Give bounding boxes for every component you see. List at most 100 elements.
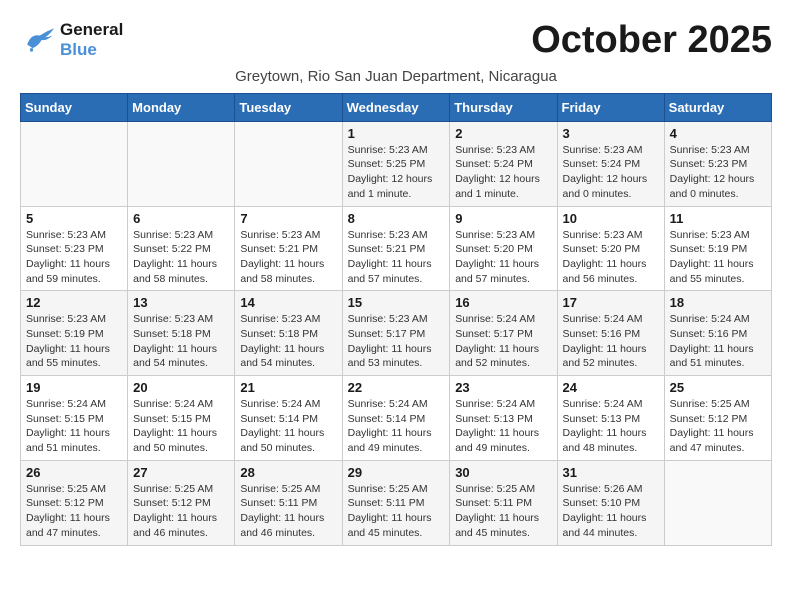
logo-icon xyxy=(20,26,56,54)
calendar-day-24: 24 Sunrise: 5:24 AM Sunset: 5:13 PM Dayli… xyxy=(557,376,664,461)
day-info: Sunrise: 5:24 AM Sunset: 5:14 PM Dayligh… xyxy=(240,397,336,456)
calendar-day-9: 9Sunrise: 5:23 AM Sunset: 5:20 PM Daylig… xyxy=(450,206,557,291)
weekday-header-tuesday: Tuesday xyxy=(235,93,342,121)
day-number: 6 xyxy=(133,211,229,226)
day-info: Sunrise: 5:24 AM Sunset: 5:15 PM Dayligh… xyxy=(26,397,122,456)
weekday-header-wednesday: Wednesday xyxy=(342,93,450,121)
calendar-day-30: 30Sunrise: 5:25 AM Sunset: 5:11 PM Dayli… xyxy=(450,460,557,545)
day-info: Sunrise: 5:23 AM Sunset: 5:21 PM Dayligh… xyxy=(240,228,336,287)
calendar-day-31: 31 Sunrise: 5:26 AM Sunset: 5:10 PM Dayli… xyxy=(557,460,664,545)
day-info: Sunrise: 5:23 AM Sunset: 5:18 PM Dayligh… xyxy=(240,312,336,371)
day-number: 3 xyxy=(563,126,659,141)
calendar-day-15: 15 Sunrise: 5:23 AM Sunset: 5:17 PM Dayli… xyxy=(342,291,450,376)
calendar-week-row: 12Sunrise: 5:23 AM Sunset: 5:19 PM Dayli… xyxy=(21,291,772,376)
day-info: Sunrise: 5:25 AM Sunset: 5:11 PM Dayligh… xyxy=(455,482,551,541)
day-number: 23 xyxy=(455,380,551,395)
day-number: 24 xyxy=(563,380,659,395)
day-info: Sunrise: 5:24 AM Sunset: 5:13 PM Dayligh… xyxy=(563,397,659,456)
calendar-empty-cell xyxy=(664,460,771,545)
day-info: Sunrise: 5:23 AM Sunset: 5:21 PM Dayligh… xyxy=(348,228,445,287)
day-number: 8 xyxy=(348,211,445,226)
calendar-day-16: 16 Sunrise: 5:24 AM Sunset: 5:17 PM Dayli… xyxy=(450,291,557,376)
calendar-day-19: 19 Sunrise: 5:24 AM Sunset: 5:15 PM Dayli… xyxy=(21,376,128,461)
calendar-day-4: 4Sunrise: 5:23 AM Sunset: 5:23 PM Daylig… xyxy=(664,121,771,206)
weekday-header-sunday: Sunday xyxy=(21,93,128,121)
day-info: Sunrise: 5:24 AM Sunset: 5:13 PM Dayligh… xyxy=(455,397,551,456)
day-number: 29 xyxy=(348,465,445,480)
calendar-table: SundayMondayTuesdayWednesdayThursdayFrid… xyxy=(20,93,772,546)
day-info: Sunrise: 5:23 AM Sunset: 5:19 PM Dayligh… xyxy=(26,312,122,371)
day-number: 25 xyxy=(670,380,766,395)
day-info: Sunrise: 5:25 AM Sunset: 5:12 PM Dayligh… xyxy=(26,482,122,541)
logo-text: General Blue xyxy=(60,20,123,61)
day-number: 5 xyxy=(26,211,122,226)
day-info: Sunrise: 5:24 AM Sunset: 5:17 PM Dayligh… xyxy=(455,312,551,371)
day-number: 7 xyxy=(240,211,336,226)
calendar-day-8: 8 Sunrise: 5:23 AM Sunset: 5:21 PM Daylig… xyxy=(342,206,450,291)
day-info: Sunrise: 5:23 AM Sunset: 5:23 PM Dayligh… xyxy=(26,228,122,287)
calendar-day-23: 23 Sunrise: 5:24 AM Sunset: 5:13 PM Dayli… xyxy=(450,376,557,461)
day-info: Sunrise: 5:23 AM Sunset: 5:22 PM Dayligh… xyxy=(133,228,229,287)
day-number: 17 xyxy=(563,295,659,310)
day-number: 1 xyxy=(348,126,445,141)
day-number: 15 xyxy=(348,295,445,310)
calendar-day-25: 25 Sunrise: 5:25 AM Sunset: 5:12 PM Dayli… xyxy=(664,376,771,461)
day-info: Sunrise: 5:23 AM Sunset: 5:20 PM Dayligh… xyxy=(563,228,659,287)
calendar-empty-cell xyxy=(235,121,342,206)
calendar-day-18: 18Sunrise: 5:24 AM Sunset: 5:16 PM Dayli… xyxy=(664,291,771,376)
day-info: Sunrise: 5:23 AM Sunset: 5:23 PM Dayligh… xyxy=(670,143,766,202)
day-info: Sunrise: 5:24 AM Sunset: 5:16 PM Dayligh… xyxy=(563,312,659,371)
calendar-day-29: 29 Sunrise: 5:25 AM Sunset: 5:11 PM Dayli… xyxy=(342,460,450,545)
calendar-day-27: 27 Sunrise: 5:25 AM Sunset: 5:12 PM Dayli… xyxy=(128,460,235,545)
calendar-empty-cell xyxy=(21,121,128,206)
weekday-header-thursday: Thursday xyxy=(450,93,557,121)
day-number: 27 xyxy=(133,465,229,480)
logo: General Blue xyxy=(20,20,123,61)
day-number: 13 xyxy=(133,295,229,310)
calendar-empty-cell xyxy=(128,121,235,206)
day-info: Sunrise: 5:25 AM Sunset: 5:11 PM Dayligh… xyxy=(348,482,445,541)
calendar-day-11: 11Sunrise: 5:23 AM Sunset: 5:19 PM Dayli… xyxy=(664,206,771,291)
location-subtitle: Greytown, Rio San Juan Department, Nicar… xyxy=(20,68,772,85)
day-info: Sunrise: 5:23 AM Sunset: 5:18 PM Dayligh… xyxy=(133,312,229,371)
day-info: Sunrise: 5:23 AM Sunset: 5:17 PM Dayligh… xyxy=(348,312,445,371)
day-number: 16 xyxy=(455,295,551,310)
day-number: 20 xyxy=(133,380,229,395)
title-section: October 2025 xyxy=(531,20,772,62)
calendar-day-20: 20 Sunrise: 5:24 AM Sunset: 5:15 PM Dayli… xyxy=(128,376,235,461)
calendar-day-10: 10 Sunrise: 5:23 AM Sunset: 5:20 PM Dayli… xyxy=(557,206,664,291)
day-info: Sunrise: 5:23 AM Sunset: 5:25 PM Dayligh… xyxy=(348,143,445,202)
calendar-day-26: 26 Sunrise: 5:25 AM Sunset: 5:12 PM Dayli… xyxy=(21,460,128,545)
page-header: General Blue October 2025 xyxy=(20,20,772,62)
calendar-day-17: 17 Sunrise: 5:24 AM Sunset: 5:16 PM Dayli… xyxy=(557,291,664,376)
day-number: 10 xyxy=(563,211,659,226)
calendar-day-14: 14 Sunrise: 5:23 AM Sunset: 5:18 PM Dayli… xyxy=(235,291,342,376)
day-info: Sunrise: 5:26 AM Sunset: 5:10 PM Dayligh… xyxy=(563,482,659,541)
day-info: Sunrise: 5:23 AM Sunset: 5:24 PM Dayligh… xyxy=(455,143,551,202)
calendar-week-row: 1 Sunrise: 5:23 AM Sunset: 5:25 PM Daylig… xyxy=(21,121,772,206)
day-number: 18 xyxy=(670,295,766,310)
day-info: Sunrise: 5:24 AM Sunset: 5:15 PM Dayligh… xyxy=(133,397,229,456)
weekday-header-monday: Monday xyxy=(128,93,235,121)
day-info: Sunrise: 5:23 AM Sunset: 5:20 PM Dayligh… xyxy=(455,228,551,287)
calendar-day-13: 13 Sunrise: 5:23 AM Sunset: 5:18 PM Dayli… xyxy=(128,291,235,376)
calendar-day-22: 22Sunrise: 5:24 AM Sunset: 5:14 PM Dayli… xyxy=(342,376,450,461)
day-info: Sunrise: 5:25 AM Sunset: 5:12 PM Dayligh… xyxy=(670,397,766,456)
day-info: Sunrise: 5:25 AM Sunset: 5:12 PM Dayligh… xyxy=(133,482,229,541)
calendar-week-row: 19 Sunrise: 5:24 AM Sunset: 5:15 PM Dayli… xyxy=(21,376,772,461)
day-number: 21 xyxy=(240,380,336,395)
calendar-day-3: 3Sunrise: 5:23 AM Sunset: 5:24 PM Daylig… xyxy=(557,121,664,206)
day-number: 31 xyxy=(563,465,659,480)
calendar-week-row: 5 Sunrise: 5:23 AM Sunset: 5:23 PM Daylig… xyxy=(21,206,772,291)
day-number: 11 xyxy=(670,211,766,226)
calendar-day-1: 1 Sunrise: 5:23 AM Sunset: 5:25 PM Daylig… xyxy=(342,121,450,206)
day-number: 19 xyxy=(26,380,122,395)
calendar-day-7: 7 Sunrise: 5:23 AM Sunset: 5:21 PM Daylig… xyxy=(235,206,342,291)
day-number: 14 xyxy=(240,295,336,310)
calendar-day-6: 6 Sunrise: 5:23 AM Sunset: 5:22 PM Daylig… xyxy=(128,206,235,291)
calendar-day-12: 12Sunrise: 5:23 AM Sunset: 5:19 PM Dayli… xyxy=(21,291,128,376)
calendar-day-21: 21 Sunrise: 5:24 AM Sunset: 5:14 PM Dayli… xyxy=(235,376,342,461)
calendar-day-5: 5 Sunrise: 5:23 AM Sunset: 5:23 PM Daylig… xyxy=(21,206,128,291)
day-number: 26 xyxy=(26,465,122,480)
day-number: 22 xyxy=(348,380,445,395)
